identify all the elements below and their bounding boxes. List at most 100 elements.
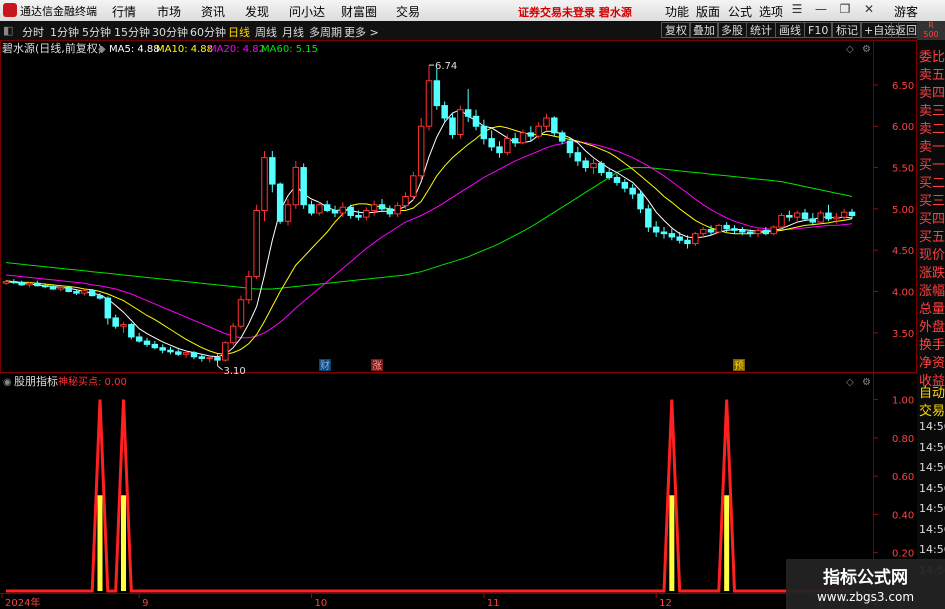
- menu-item-market[interactable]: 市场: [157, 3, 181, 20]
- candle-body: [762, 229, 770, 235]
- period-daily[interactable]: 日线: [228, 24, 250, 40]
- candle-body: [245, 276, 253, 301]
- candle-body: [370, 204, 378, 212]
- expand-icon[interactable]: ◇: [846, 44, 854, 55]
- candle-body: [214, 357, 221, 361]
- period-15min[interactable]: 15分钟: [114, 24, 150, 40]
- candle-body: [778, 214, 785, 228]
- candle-body: [637, 193, 644, 210]
- candle-body: [660, 231, 668, 235]
- menu-item-news[interactable]: 资讯: [201, 3, 225, 20]
- candle-body: [417, 125, 425, 177]
- candle-body: [566, 140, 574, 154]
- menu-item-formula[interactable]: 公式: [728, 3, 752, 20]
- ma60-label: MA60: 5.15: [261, 44, 318, 55]
- candle-body: [65, 286, 72, 293]
- draw-line-button[interactable]: 画线: [775, 22, 805, 38]
- menu-item-layout[interactable]: 版面: [696, 3, 720, 20]
- indicator-gear-icon[interactable]: ⚙: [862, 377, 871, 388]
- mark-button[interactable]: 标记: [832, 22, 862, 38]
- ma20-label: MA20: 4.82: [208, 44, 265, 55]
- tick-time: 14:56: [919, 420, 945, 433]
- minimize-icon[interactable]: —: [810, 2, 832, 18]
- menu-icon[interactable]: ☰: [786, 2, 808, 18]
- candle-body: [511, 138, 519, 144]
- indicator-name: 股朋指标: [14, 374, 58, 388]
- quote-field-label: 总量: [919, 302, 945, 317]
- candle-body: [809, 218, 817, 223]
- candle-body: [754, 229, 762, 235]
- period-weekly[interactable]: 周线: [255, 24, 277, 40]
- candle-body: [598, 162, 605, 174]
- kline-chart[interactable]: 碧水源(日线,前复权) MA5: 4.88 MA10: 4.88 MA20: 4…: [0, 40, 917, 609]
- candle-body: [652, 226, 660, 233]
- date-axis: 2024年910111212: [1, 593, 879, 609]
- ma-chevron-icon[interactable]: ◆: [98, 44, 106, 55]
- menu-item-trade[interactable]: 交易: [396, 3, 420, 20]
- candle-body: [120, 324, 127, 327]
- indicator-toggle-icon[interactable]: ◉: [3, 377, 12, 388]
- date-tick-label: 9: [142, 598, 148, 609]
- app-logo-icon: [3, 3, 17, 17]
- menu-item-function[interactable]: 功能: [665, 3, 689, 20]
- menu-item-quotes[interactable]: 行情: [112, 3, 136, 20]
- candle-body: [261, 157, 268, 212]
- candle-body: [73, 291, 80, 294]
- overlay-button[interactable]: 叠加: [689, 22, 719, 38]
- adjust-button[interactable]: 复权: [661, 22, 691, 38]
- candle-body: [692, 233, 699, 245]
- candle-body: [394, 205, 401, 215]
- candle-body: [378, 204, 386, 210]
- trade-login-notice: 证券交易未登录 碧水源: [518, 6, 632, 19]
- menu-item-ask[interactable]: 问小达: [289, 3, 325, 20]
- period-1min[interactable]: 1分钟: [50, 24, 79, 40]
- quote-field-label: 卖三: [919, 104, 945, 119]
- quote-field-label: 现价: [919, 248, 945, 263]
- quote-field-label: 买二: [919, 176, 945, 191]
- signal-bar: [97, 495, 103, 591]
- candle-body: [715, 224, 723, 233]
- candle-body: [331, 210, 339, 214]
- candle-body: [848, 211, 856, 216]
- price-tick-label: 4.00: [892, 288, 914, 299]
- period-monthly[interactable]: 月线: [282, 24, 304, 40]
- price-tick-label: 4.50: [892, 246, 914, 257]
- candle-body: [237, 299, 245, 327]
- candle-body: [457, 109, 464, 135]
- tick-time: 14:56: [919, 522, 945, 536]
- candle-body: [26, 282, 33, 286]
- candle-body: [535, 125, 542, 137]
- close-icon[interactable]: ✕: [858, 2, 880, 18]
- indicator-expand-icon[interactable]: ◇: [846, 377, 854, 388]
- candle-body: [159, 347, 166, 351]
- statistics-button[interactable]: 统计: [746, 22, 776, 38]
- candle-body: [308, 204, 315, 214]
- candle-body: [347, 206, 354, 216]
- date-tick-label: 11: [487, 598, 500, 609]
- candle-body: [793, 212, 801, 218]
- period-multi[interactable]: 多周期: [309, 24, 342, 40]
- f10-button[interactable]: F10: [804, 22, 833, 38]
- date-tick-label: 2024年: [5, 596, 40, 609]
- candle-body: [472, 115, 480, 127]
- period-intraday[interactable]: 分时: [22, 24, 44, 40]
- settings-gear-icon[interactable]: ⚙: [862, 44, 871, 55]
- candle-body: [323, 204, 331, 212]
- menu-item-discover[interactable]: 发现: [245, 3, 269, 20]
- period-60min[interactable]: 60分钟: [190, 24, 226, 40]
- multi-stock-button[interactable]: 多股: [717, 22, 747, 38]
- candle-body: [135, 336, 143, 342]
- candle-body: [167, 349, 174, 353]
- menu-item-options[interactable]: 选项: [759, 3, 783, 20]
- period-5min[interactable]: 5分钟: [82, 24, 111, 40]
- panel-toggle-icon[interactable]: ◧: [3, 24, 13, 37]
- candle-body: [81, 290, 88, 294]
- candle-body: [645, 208, 652, 228]
- user-label[interactable]: 游客: [894, 3, 918, 20]
- candle-body: [222, 342, 229, 361]
- restore-icon[interactable]: ❐: [834, 2, 856, 18]
- period-more[interactable]: 更多 >: [344, 24, 379, 40]
- candle-body: [410, 175, 417, 197]
- period-30min[interactable]: 30分钟: [152, 24, 188, 40]
- menu-item-wealth[interactable]: 财富圈: [341, 3, 377, 20]
